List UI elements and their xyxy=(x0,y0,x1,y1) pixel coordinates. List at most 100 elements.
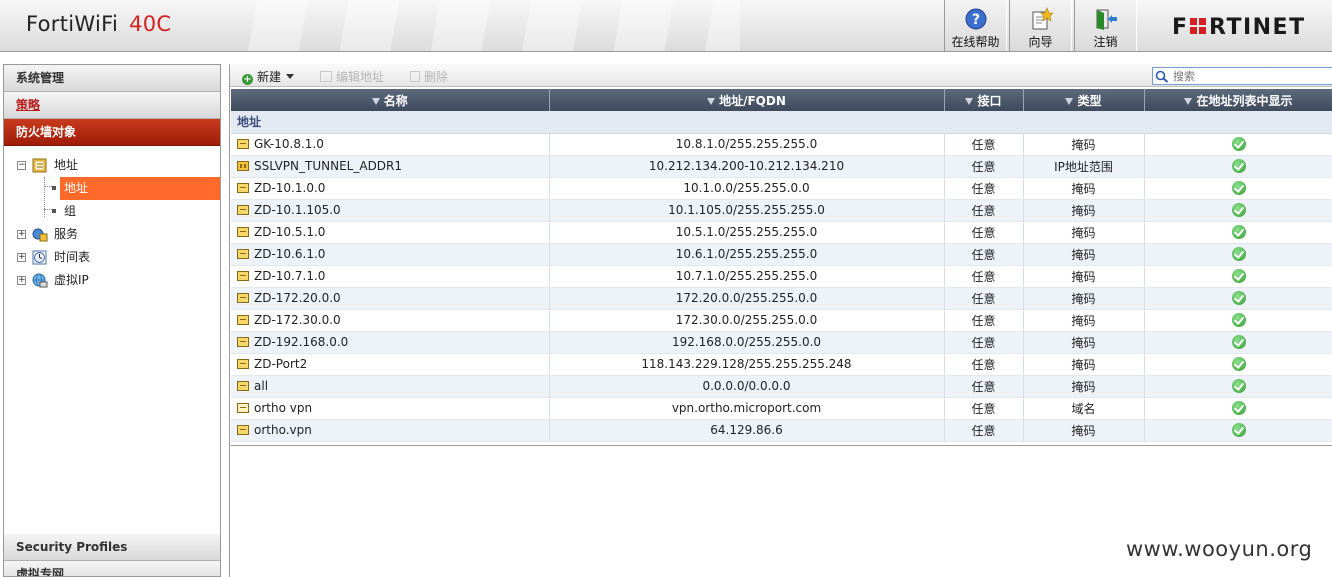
tree-node-address[interactable]: − 地址 xyxy=(4,154,220,177)
nav-firewall-objects[interactable]: 防火墙对象 xyxy=(4,119,220,146)
tree-node-label: 地址 xyxy=(54,158,79,172)
table-row[interactable]: ZD-10.7.1.0 10.7.1.0/255.255.255.0 任意 掩码 xyxy=(231,265,1332,288)
expand-icon[interactable]: + xyxy=(17,276,26,285)
table-row[interactable]: ortho vpn vpn.ortho.microport.com 任意 域名 xyxy=(231,397,1332,420)
table-row[interactable]: ZD-172.20.0.0 172.20.0.0/255.255.0.0 任意 掩码 xyxy=(231,287,1332,310)
cell-interface: 任意 xyxy=(944,221,1024,244)
check-icon xyxy=(1231,246,1246,261)
filter-icon[interactable] xyxy=(1065,97,1074,105)
cell-name[interactable]: ZD-10.1.0.0 xyxy=(231,177,550,200)
filter-icon[interactable] xyxy=(1184,97,1193,105)
search-input[interactable] xyxy=(1173,69,1331,83)
clock-icon xyxy=(32,250,48,265)
cell-name[interactable]: ZD-Port2 xyxy=(231,353,550,376)
cell-name[interactable]: ortho vpn xyxy=(231,397,550,420)
cell-visibility xyxy=(1144,199,1332,222)
cell-visibility xyxy=(1144,265,1332,288)
column-header-visibility[interactable]: 在地址列表中显示 xyxy=(1144,89,1332,111)
cell-name[interactable]: all xyxy=(231,375,550,398)
cell-address: 10.5.1.0/255.255.255.0 xyxy=(549,221,945,244)
cell-type: 域名 xyxy=(1023,397,1145,420)
cell-name[interactable]: ZD-10.1.105.0 xyxy=(231,199,550,222)
cell-name[interactable]: ZD-172.20.0.0 xyxy=(231,287,550,310)
column-header-label: 名称 xyxy=(383,93,408,108)
virtual-ip-icon xyxy=(32,273,48,288)
table-row[interactable]: ZD-172.30.0.0 172.30.0.0/255.255.0.0 任意 掩码 xyxy=(231,309,1332,332)
table-row[interactable]: all 0.0.0.0/0.0.0.0 任意 掩码 xyxy=(231,375,1332,398)
cell-name[interactable]: ZD-172.30.0.0 xyxy=(231,309,550,332)
check-icon xyxy=(1231,400,1246,415)
nav-system-admin[interactable]: 系统管理 xyxy=(4,65,220,92)
address-name: all xyxy=(254,379,269,393)
cell-name[interactable]: GK-10.8.1.0 xyxy=(231,133,550,156)
expand-icon[interactable]: + xyxy=(17,230,26,239)
table-row[interactable]: SSLVPN_TUNNEL_ADDR1 10.212.134.200-10.212… xyxy=(231,155,1332,178)
cell-type: 掩码 xyxy=(1023,331,1145,354)
app-header: FortiWiFi 40C ? 在线帮助 向导 注销 F RTINET xyxy=(0,0,1332,52)
cell-name[interactable]: ZD-192.168.0.0 xyxy=(231,331,550,354)
nav-policy[interactable]: 策略 xyxy=(4,92,220,119)
table-row[interactable]: ZD-10.5.1.0 10.5.1.0/255.255.255.0 任意 掩码 xyxy=(231,221,1332,244)
column-header-name[interactable]: 名称 xyxy=(231,89,550,111)
filter-icon[interactable] xyxy=(707,97,716,105)
cell-name[interactable]: SSLVPN_TUNNEL_ADDR1 xyxy=(231,155,550,178)
cell-interface: 任意 xyxy=(944,397,1024,420)
check-icon xyxy=(1231,334,1246,349)
tree-node-service[interactable]: + 服务 xyxy=(4,223,220,246)
expand-icon[interactable]: + xyxy=(17,253,26,262)
cell-interface: 任意 xyxy=(944,155,1024,178)
table-row[interactable]: ZD-10.6.1.0 10.6.1.0/255.255.255.0 任意 掩码 xyxy=(231,243,1332,266)
cell-address: 10.7.1.0/255.255.255.0 xyxy=(549,265,945,288)
table-row[interactable]: ZD-192.168.0.0 192.168.0.0/255.255.0.0 任意掩… xyxy=(231,331,1332,354)
cell-address: 118.143.229.128/255.255.255.248 xyxy=(549,353,945,376)
chevron-down-icon xyxy=(286,74,295,79)
tree-node-virtual-ip[interactable]: + 虚拟IP xyxy=(4,269,220,292)
wizard-icon xyxy=(1029,7,1054,31)
table-row[interactable]: ZD-10.1.0.0 10.1.0.0/255.255.0.0 任意 掩码 xyxy=(231,177,1332,200)
logout-button[interactable]: 注销 xyxy=(1074,0,1137,51)
edit-address-label: 编辑地址 xyxy=(336,70,385,84)
help-button-label: 在线帮助 xyxy=(951,35,1000,49)
tree-item-address[interactable]: 地址 xyxy=(4,177,220,200)
table-row[interactable]: GK-10.8.1.0 10.8.1.0/255.255.255.0 任意 掩码 xyxy=(231,133,1332,156)
wizard-button[interactable]: 向导 xyxy=(1009,0,1072,51)
address-name: ZD-10.1.0.0 xyxy=(254,181,326,195)
new-button[interactable]: + 新建 xyxy=(242,68,295,85)
collapse-icon[interactable]: − xyxy=(17,161,26,170)
column-header-address[interactable]: 地址/FQDN xyxy=(549,89,945,111)
cell-visibility xyxy=(1144,177,1332,200)
tree-node-schedule[interactable]: + 时间表 xyxy=(4,246,220,269)
column-header-interface[interactable]: 接口 xyxy=(944,89,1024,111)
filter-icon[interactable] xyxy=(371,97,380,105)
nav-vpn[interactable]: 虚拟专网 xyxy=(4,561,220,576)
cell-address: 172.30.0.0/255.255.0.0 xyxy=(549,309,945,332)
cell-address: 10.6.1.0/255.255.255.0 xyxy=(549,243,945,266)
cell-interface: 任意 xyxy=(944,287,1024,310)
address-name: SSLVPN_TUNNEL_ADDR1 xyxy=(254,159,403,173)
cell-name[interactable]: ZD-10.5.1.0 xyxy=(231,221,550,244)
cell-name[interactable]: ZD-10.7.1.0 xyxy=(231,265,550,288)
search-box[interactable] xyxy=(1152,67,1332,85)
cell-type: 掩码 xyxy=(1023,287,1145,310)
svg-text:?: ? xyxy=(971,12,979,28)
filter-icon[interactable] xyxy=(965,97,974,105)
cell-visibility xyxy=(1144,243,1332,266)
table-row[interactable]: ZD-10.1.105.0 10.1.105.0/255.255.255.0 任意掩… xyxy=(231,199,1332,222)
cell-name[interactable]: ZD-10.6.1.0 xyxy=(231,243,550,266)
column-header-type[interactable]: 类型 xyxy=(1023,89,1145,111)
help-button[interactable]: ? 在线帮助 xyxy=(944,0,1007,51)
column-header-label: 类型 xyxy=(1077,93,1102,108)
cell-type: 掩码 xyxy=(1023,177,1145,200)
edit-address-button[interactable]: 编辑地址 xyxy=(320,68,384,85)
delete-button[interactable]: 删除 xyxy=(410,68,448,85)
table-row[interactable]: ZD-Port2 118.143.229.128/255.255.255.248 任… xyxy=(231,353,1332,376)
cell-type: 掩码 xyxy=(1023,309,1145,332)
tree-item-group[interactable]: 组 xyxy=(4,200,220,223)
tree-node-label: 服务 xyxy=(54,227,79,241)
table-row[interactable]: ortho.vpn 64.129.86.6 任意 掩码 xyxy=(231,419,1332,442)
nav-security-profiles[interactable]: Security Profiles xyxy=(4,534,220,561)
table-group-row: 地址 xyxy=(231,111,1332,134)
cell-name[interactable]: ortho.vpn xyxy=(231,419,550,442)
subnet-icon xyxy=(237,249,249,259)
subnet-icon xyxy=(237,205,249,215)
